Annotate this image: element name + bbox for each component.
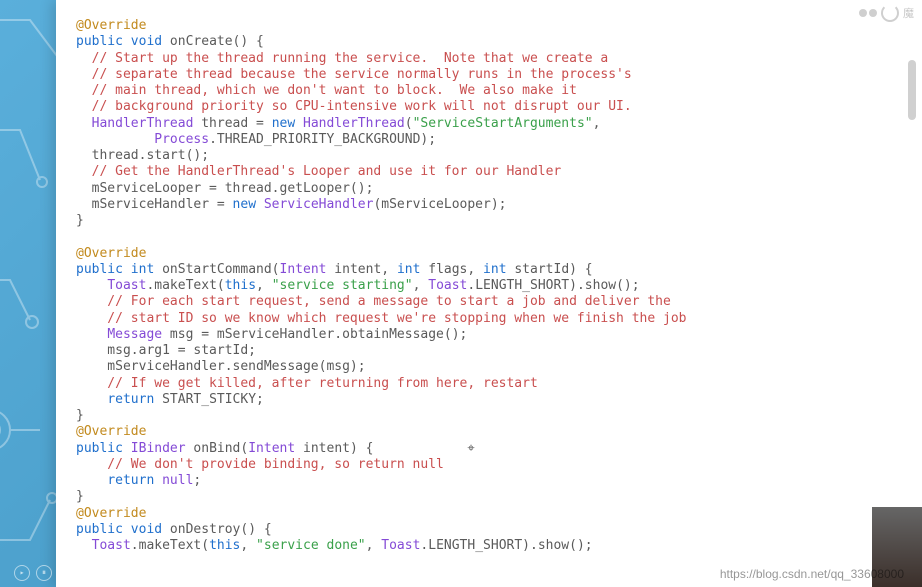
control-icon-3[interactable]: ○ xyxy=(58,565,74,581)
control-icon-2[interactable]: ⏸ xyxy=(36,565,52,581)
annotation-override: @Override xyxy=(76,246,146,261)
corner-logo: 魔 xyxy=(859,4,914,22)
scrollbar[interactable] xyxy=(908,60,916,120)
code-panel: 魔 @Override public void onCreate() { // … xyxy=(56,0,922,587)
annotation-override: @Override xyxy=(76,424,146,439)
control-icon-1[interactable]: ▸ xyxy=(14,565,30,581)
mouse-cursor-icon: ⌖ xyxy=(467,441,474,456)
annotation-override: @Override xyxy=(76,18,146,33)
bottom-controls: ▸ ⏸ ○ xyxy=(14,565,74,581)
annotation-override: @Override xyxy=(76,506,146,521)
corner-label: 魔 xyxy=(903,5,914,21)
watermark-text: https://blog.csdn.net/qq_33608000 xyxy=(720,567,904,581)
code-block: @Override public void onCreate() { // St… xyxy=(76,18,902,554)
